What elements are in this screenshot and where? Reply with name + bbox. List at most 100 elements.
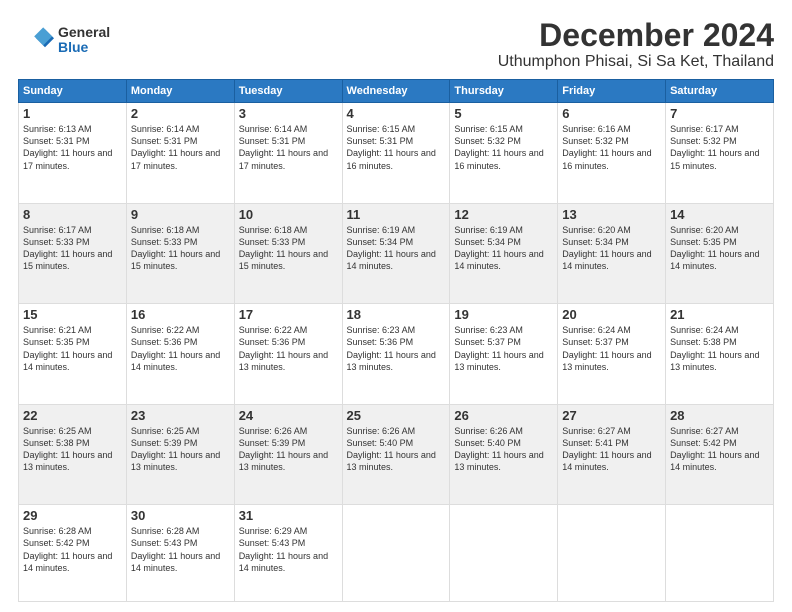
table-row [558, 505, 666, 602]
table-row: 10 Sunrise: 6:18 AM Sunset: 5:33 PM Dayl… [234, 203, 342, 304]
table-row: 15 Sunrise: 6:21 AM Sunset: 5:35 PM Dayl… [19, 304, 127, 405]
day-info: Sunrise: 6:16 AM Sunset: 5:32 PM Dayligh… [562, 123, 661, 172]
day-info: Sunrise: 6:22 AM Sunset: 5:36 PM Dayligh… [131, 324, 230, 373]
day-number: 24 [239, 408, 338, 423]
day-number: 18 [347, 307, 446, 322]
day-number: 22 [23, 408, 122, 423]
day-number: 11 [347, 207, 446, 222]
day-info: Sunrise: 6:26 AM Sunset: 5:40 PM Dayligh… [454, 425, 553, 474]
day-info: Sunrise: 6:14 AM Sunset: 5:31 PM Dayligh… [239, 123, 338, 172]
day-number: 4 [347, 106, 446, 121]
header: General Blue December 2024 Uthumphon Phi… [18, 18, 774, 71]
day-number: 23 [131, 408, 230, 423]
table-row [666, 505, 774, 602]
day-info: Sunrise: 6:29 AM Sunset: 5:43 PM Dayligh… [239, 525, 338, 574]
table-row: 3 Sunrise: 6:14 AM Sunset: 5:31 PM Dayli… [234, 103, 342, 204]
table-row: 6 Sunrise: 6:16 AM Sunset: 5:32 PM Dayli… [558, 103, 666, 204]
day-number: 14 [670, 207, 769, 222]
day-info: Sunrise: 6:25 AM Sunset: 5:38 PM Dayligh… [23, 425, 122, 474]
col-saturday: Saturday [666, 80, 774, 103]
day-number: 9 [131, 207, 230, 222]
calendar-week-row: 22 Sunrise: 6:25 AM Sunset: 5:38 PM Dayl… [19, 404, 774, 505]
table-row [450, 505, 558, 602]
location-title: Uthumphon Phisai, Si Sa Ket, Thailand [498, 53, 774, 71]
day-number: 19 [454, 307, 553, 322]
day-info: Sunrise: 6:20 AM Sunset: 5:35 PM Dayligh… [670, 224, 769, 273]
table-row: 1 Sunrise: 6:13 AM Sunset: 5:31 PM Dayli… [19, 103, 127, 204]
day-number: 7 [670, 106, 769, 121]
day-number: 20 [562, 307, 661, 322]
day-number: 10 [239, 207, 338, 222]
day-number: 3 [239, 106, 338, 121]
table-row: 9 Sunrise: 6:18 AM Sunset: 5:33 PM Dayli… [126, 203, 234, 304]
table-row: 20 Sunrise: 6:24 AM Sunset: 5:37 PM Dayl… [558, 304, 666, 405]
logo-text: General Blue [58, 25, 110, 56]
table-row: 8 Sunrise: 6:17 AM Sunset: 5:33 PM Dayli… [19, 203, 127, 304]
table-row: 24 Sunrise: 6:26 AM Sunset: 5:39 PM Dayl… [234, 404, 342, 505]
table-row: 26 Sunrise: 6:26 AM Sunset: 5:40 PM Dayl… [450, 404, 558, 505]
table-row: 19 Sunrise: 6:23 AM Sunset: 5:37 PM Dayl… [450, 304, 558, 405]
day-info: Sunrise: 6:19 AM Sunset: 5:34 PM Dayligh… [454, 224, 553, 273]
day-info: Sunrise: 6:13 AM Sunset: 5:31 PM Dayligh… [23, 123, 122, 172]
day-number: 31 [239, 508, 338, 523]
day-number: 15 [23, 307, 122, 322]
logo-general: General [58, 25, 110, 40]
table-row: 14 Sunrise: 6:20 AM Sunset: 5:35 PM Dayl… [666, 203, 774, 304]
table-row: 2 Sunrise: 6:14 AM Sunset: 5:31 PM Dayli… [126, 103, 234, 204]
day-number: 26 [454, 408, 553, 423]
day-info: Sunrise: 6:27 AM Sunset: 5:41 PM Dayligh… [562, 425, 661, 474]
day-info: Sunrise: 6:26 AM Sunset: 5:39 PM Dayligh… [239, 425, 338, 474]
day-info: Sunrise: 6:27 AM Sunset: 5:42 PM Dayligh… [670, 425, 769, 474]
col-friday: Friday [558, 80, 666, 103]
day-info: Sunrise: 6:24 AM Sunset: 5:37 PM Dayligh… [562, 324, 661, 373]
day-number: 29 [23, 508, 122, 523]
table-row: 30 Sunrise: 6:28 AM Sunset: 5:43 PM Dayl… [126, 505, 234, 602]
day-number: 27 [562, 408, 661, 423]
day-info: Sunrise: 6:22 AM Sunset: 5:36 PM Dayligh… [239, 324, 338, 373]
col-thursday: Thursday [450, 80, 558, 103]
day-info: Sunrise: 6:18 AM Sunset: 5:33 PM Dayligh… [131, 224, 230, 273]
day-info: Sunrise: 6:28 AM Sunset: 5:42 PM Dayligh… [23, 525, 122, 574]
day-number: 25 [347, 408, 446, 423]
col-sunday: Sunday [19, 80, 127, 103]
day-info: Sunrise: 6:28 AM Sunset: 5:43 PM Dayligh… [131, 525, 230, 574]
day-info: Sunrise: 6:20 AM Sunset: 5:34 PM Dayligh… [562, 224, 661, 273]
day-number: 2 [131, 106, 230, 121]
table-row: 31 Sunrise: 6:29 AM Sunset: 5:43 PM Dayl… [234, 505, 342, 602]
table-row: 11 Sunrise: 6:19 AM Sunset: 5:34 PM Dayl… [342, 203, 450, 304]
calendar-week-row: 1 Sunrise: 6:13 AM Sunset: 5:31 PM Dayli… [19, 103, 774, 204]
day-info: Sunrise: 6:26 AM Sunset: 5:40 PM Dayligh… [347, 425, 446, 474]
table-row: 27 Sunrise: 6:27 AM Sunset: 5:41 PM Dayl… [558, 404, 666, 505]
calendar-header-row: Sunday Monday Tuesday Wednesday Thursday… [19, 80, 774, 103]
table-row: 17 Sunrise: 6:22 AM Sunset: 5:36 PM Dayl… [234, 304, 342, 405]
day-info: Sunrise: 6:14 AM Sunset: 5:31 PM Dayligh… [131, 123, 230, 172]
day-number: 21 [670, 307, 769, 322]
table-row: 21 Sunrise: 6:24 AM Sunset: 5:38 PM Dayl… [666, 304, 774, 405]
table-row: 5 Sunrise: 6:15 AM Sunset: 5:32 PM Dayli… [450, 103, 558, 204]
day-number: 6 [562, 106, 661, 121]
day-info: Sunrise: 6:17 AM Sunset: 5:33 PM Dayligh… [23, 224, 122, 273]
day-number: 12 [454, 207, 553, 222]
table-row: 12 Sunrise: 6:19 AM Sunset: 5:34 PM Dayl… [450, 203, 558, 304]
table-row: 13 Sunrise: 6:20 AM Sunset: 5:34 PM Dayl… [558, 203, 666, 304]
day-info: Sunrise: 6:18 AM Sunset: 5:33 PM Dayligh… [239, 224, 338, 273]
table-row: 22 Sunrise: 6:25 AM Sunset: 5:38 PM Dayl… [19, 404, 127, 505]
day-number: 17 [239, 307, 338, 322]
calendar-table: Sunday Monday Tuesday Wednesday Thursday… [18, 79, 774, 602]
calendar-week-row: 15 Sunrise: 6:21 AM Sunset: 5:35 PM Dayl… [19, 304, 774, 405]
logo-icon [18, 22, 54, 58]
table-row: 18 Sunrise: 6:23 AM Sunset: 5:36 PM Dayl… [342, 304, 450, 405]
day-number: 13 [562, 207, 661, 222]
day-info: Sunrise: 6:25 AM Sunset: 5:39 PM Dayligh… [131, 425, 230, 474]
month-title: December 2024 [498, 18, 774, 53]
day-info: Sunrise: 6:15 AM Sunset: 5:31 PM Dayligh… [347, 123, 446, 172]
table-row: 25 Sunrise: 6:26 AM Sunset: 5:40 PM Dayl… [342, 404, 450, 505]
table-row: 28 Sunrise: 6:27 AM Sunset: 5:42 PM Dayl… [666, 404, 774, 505]
table-row: 29 Sunrise: 6:28 AM Sunset: 5:42 PM Dayl… [19, 505, 127, 602]
day-info: Sunrise: 6:23 AM Sunset: 5:37 PM Dayligh… [454, 324, 553, 373]
day-info: Sunrise: 6:17 AM Sunset: 5:32 PM Dayligh… [670, 123, 769, 172]
day-info: Sunrise: 6:24 AM Sunset: 5:38 PM Dayligh… [670, 324, 769, 373]
calendar-week-row: 29 Sunrise: 6:28 AM Sunset: 5:42 PM Dayl… [19, 505, 774, 602]
calendar-week-row: 8 Sunrise: 6:17 AM Sunset: 5:33 PM Dayli… [19, 203, 774, 304]
title-block: December 2024 Uthumphon Phisai, Si Sa Ke… [498, 18, 774, 71]
